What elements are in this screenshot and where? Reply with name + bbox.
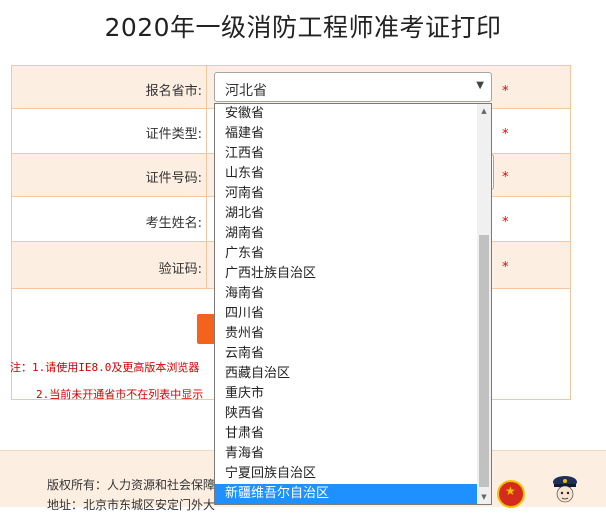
national-emblem-icon: ★ <box>497 480 525 508</box>
province-option[interactable]: 云南省 <box>215 344 477 364</box>
province-option[interactable]: 广东省 <box>215 244 477 264</box>
province-option[interactable]: 甘肃省 <box>215 424 477 444</box>
footer-address: 地址：北京市东城区安定门外大 <box>47 498 216 512</box>
scroll-down-arrow-icon[interactable]: ▼ <box>477 490 491 504</box>
captcha-label: 验证码: <box>158 262 202 277</box>
print-button[interactable] <box>197 314 215 344</box>
province-option[interactable]: 湖北省 <box>215 204 477 224</box>
scroll-up-arrow-icon[interactable]: ▲ <box>477 104 491 118</box>
required-mark-captcha: * <box>502 260 509 275</box>
chevron-down-icon[interactable]: ▼ <box>476 80 484 91</box>
province-option[interactable]: 重庆市 <box>215 384 477 404</box>
province-option[interactable]: 四川省 <box>215 304 477 324</box>
province-option[interactable]: 宁夏回族自治区 <box>215 464 477 484</box>
province-option[interactable]: 陕西省 <box>215 404 477 424</box>
star-icon: ★ <box>505 484 516 498</box>
note-line-2: 2.当前未开通省市不在列表中显示 <box>36 388 204 401</box>
police-mascot-icon <box>553 476 577 503</box>
province-select[interactable]: 河北省 ▼ <box>214 72 492 102</box>
province-option[interactable]: 海南省 <box>215 284 477 304</box>
province-option[interactable]: 贵州省 <box>215 324 477 344</box>
province-option[interactable]: 西藏自治区 <box>215 364 477 384</box>
id-number-label: 证件号码: <box>145 171 202 186</box>
required-mark-name: * <box>502 215 509 230</box>
id-type-label: 证件类型: <box>145 127 202 142</box>
province-option[interactable]: 河南省 <box>215 184 477 204</box>
province-dropdown-list[interactable]: 安徽省 福建省 江西省 山东省 河南省 湖北省 湖南省 广东省 广西壮族自治区 … <box>214 103 492 505</box>
province-select-value: 河北省 <box>225 83 267 99</box>
province-option[interactable]: 湖南省 <box>215 224 477 244</box>
name-label: 考生姓名: <box>145 216 202 231</box>
province-option[interactable]: 江西省 <box>215 144 477 164</box>
province-option[interactable]: 青海省 <box>215 444 477 464</box>
footer-copyright: 版权所有：人力资源和社会保障 <box>47 478 216 492</box>
dropdown-scrollbar[interactable]: ▲ ▼ <box>477 104 491 504</box>
province-option[interactable]: 安徽省 <box>215 104 477 124</box>
province-option-highlighted[interactable]: 新疆维吾尔自治区 <box>215 484 477 504</box>
required-mark-province: * <box>502 84 509 99</box>
province-label: 报名省市: <box>145 84 202 99</box>
scrollbar-thumb[interactable] <box>479 235 489 487</box>
province-option[interactable]: 山东省 <box>215 164 477 184</box>
province-option[interactable]: 广西壮族自治区 <box>215 264 477 284</box>
province-option[interactable]: 福建省 <box>215 124 477 144</box>
required-mark-id-number: * <box>502 170 509 185</box>
required-mark-id-type: * <box>502 127 509 142</box>
page-title: 2020年一级消防工程师准考证打印 <box>104 13 502 42</box>
column-divider <box>206 66 207 288</box>
note-line-1: 注：1.请使用IE8.0及更高版本浏览器 <box>10 361 200 374</box>
